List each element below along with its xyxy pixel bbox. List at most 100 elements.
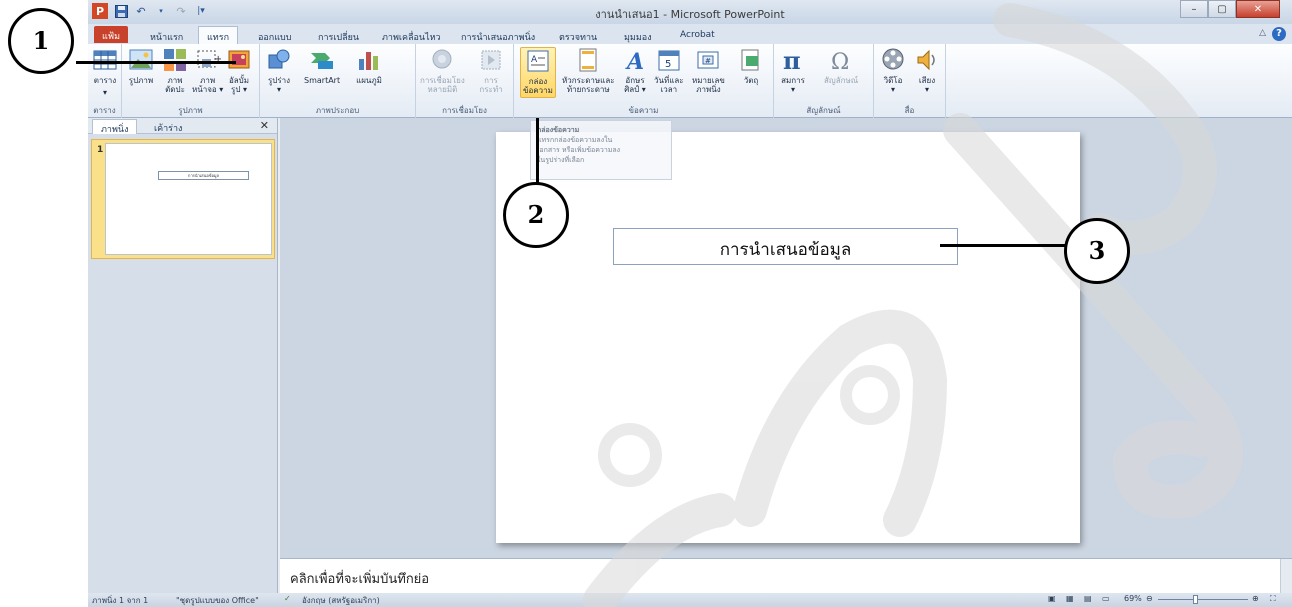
pane-tabs: ภาพนิ่ง เค้าร่าง ✕ [88, 118, 277, 135]
help-icon[interactable]: ? [1272, 27, 1286, 41]
textbox-content[interactable]: การนำเสนอข้อมูล [614, 236, 957, 263]
textbox-tooltip: กล่องข้อความ แทรกกล่องข้อความลงใน เอกสาร… [530, 120, 672, 180]
slide-thumbnail[interactable]: การนำเสนอข้อมูล [105, 143, 272, 255]
ribbon-minimize-icon[interactable]: △ [1259, 28, 1266, 38]
notes-scrollbar[interactable] [1280, 559, 1292, 594]
zoom-slider-thumb[interactable] [1193, 595, 1198, 604]
slide-editor: การนำเสนอข้อมูล กล่องข้อความ แทรกกล่องข้… [280, 118, 1292, 558]
chevron-down-icon: ▾ [924, 85, 929, 94]
action-icon [478, 47, 504, 73]
ribbon: ตาราง ▾ ตาราง รูปภาพ ภาพ ตัดปะ + ภาพ หน้… [88, 44, 1292, 118]
svg-text:Ω: Ω [831, 50, 849, 73]
title-bar: P ↶ ▾ ↷ |▾ งานนำเสนอ1 - Microsoft PowerP… [88, 0, 1292, 24]
symbol-button[interactable]: Ω สัญลักษณ์ [824, 47, 858, 85]
powerpoint-window: P ↶ ▾ ↷ |▾ งานนำเสนอ1 - Microsoft PowerP… [88, 0, 1292, 607]
group-images: รูปภาพ ภาพ ตัดปะ + ภาพ หน้าจอ ▾ อัลบั้ม … [122, 44, 260, 118]
tab-file[interactable]: แฟ้ม [94, 26, 129, 43]
slide-number-icon: # [695, 47, 721, 73]
hyperlink-button[interactable]: การเชื่อมโยง หลายมิติ [420, 47, 465, 94]
screenshot: P ↶ ▾ ↷ |▾ งานนำเสนอ1 - Microsoft PowerP… [0, 0, 1292, 607]
status-bar: ภาพนิ่ง 1 จาก 1 "ชุดรูปแบบของ Office" ✓ … [88, 593, 1292, 607]
screenshot-button[interactable]: + ภาพ หน้าจอ ▾ [192, 47, 223, 94]
reading-view-icon[interactable]: ▤ [1084, 594, 1092, 603]
audio-button[interactable]: เสียง ▾ [914, 47, 940, 94]
tab-home[interactable]: หน้าแรก [142, 27, 191, 44]
callout-2-leader [536, 118, 539, 192]
object-button[interactable]: วัตถุ [738, 47, 764, 85]
clipart-button[interactable]: ภาพ ตัดปะ [162, 47, 188, 94]
chevron-down-icon: ▾ [102, 88, 107, 97]
textbox-button[interactable]: A กล่อง ข้อความ [520, 47, 556, 98]
screenshot-icon: + [195, 47, 222, 73]
header-footer-icon [575, 47, 601, 73]
header-footer-button[interactable]: หัวกระดาษและ ท้ายกระดาษ [562, 47, 615, 94]
photo-album-icon [226, 47, 252, 73]
chart-button[interactable]: แผนภูมิ [356, 47, 382, 85]
tab-view[interactable]: มุมมอง [616, 27, 660, 44]
language-indicator[interactable]: อังกฤษ (สหรัฐอเมริกา) [302, 594, 380, 607]
chevron-down-icon: ▾ [276, 85, 281, 94]
smartart-icon [309, 47, 335, 73]
maximize-button[interactable]: ▢ [1208, 0, 1236, 18]
group-media: วิดีโอ ▾ เสียง ▾ สื่อ [874, 44, 946, 118]
minimize-button[interactable]: – [1180, 0, 1208, 18]
window-title: งานนำเสนอ1 - Microsoft PowerPoint [595, 8, 785, 21]
svg-text:5: 5 [665, 59, 671, 70]
thumbnail-textbox: การนำเสนอข้อมูล [158, 171, 249, 180]
callout-3: 3 [1064, 218, 1130, 284]
chart-icon [356, 47, 382, 73]
shapes-icon [266, 47, 292, 73]
fit-to-window-icon[interactable]: ⛶ [1270, 594, 1276, 604]
picture-icon [128, 47, 154, 73]
table-button[interactable]: ตาราง ▾ [92, 47, 118, 97]
zoom-level[interactable]: 69% [1124, 594, 1142, 603]
slideshow-icon[interactable]: ▭ [1102, 594, 1110, 603]
wordart-button[interactable]: A อักษร ศิลป์ ▾ [622, 47, 648, 94]
tab-animations[interactable]: ภาพเคลื่อนไหว [374, 27, 449, 44]
shapes-button[interactable]: รูปร่าง ▾ [266, 47, 292, 94]
close-icon[interactable]: ✕ [260, 119, 269, 132]
zoom-out-icon[interactable]: ⊖ [1146, 594, 1153, 603]
tab-acrobat[interactable]: Acrobat [672, 27, 723, 44]
datetime-button[interactable]: 5 วันที่และ เวลา [654, 47, 684, 94]
photo-album-button[interactable]: อัลบั้ม รูป ▾ [226, 47, 252, 94]
smartart-button[interactable]: SmartArt [304, 47, 340, 85]
slide-thumbnail-selected[interactable]: 1 การนำเสนอข้อมูล [91, 139, 275, 259]
close-button[interactable]: ✕ [1236, 0, 1280, 18]
zoom-in-icon[interactable]: ⊕ [1252, 594, 1259, 603]
callout-1-leader [76, 61, 236, 64]
spellcheck-icon[interactable]: ✓ [284, 594, 291, 603]
omega-icon: Ω [828, 47, 854, 75]
notes-pane[interactable]: คลิกเพื่อที่จะเพิ่มบันทึกย่อ [280, 558, 1292, 594]
hyperlink-icon [429, 47, 455, 73]
tab-transitions[interactable]: การเปลี่ยน [310, 27, 367, 44]
window-controls: – ▢ ✕ [1180, 0, 1280, 18]
tab-slideshow[interactable]: การนำเสนอภาพนิ่ง [453, 27, 543, 44]
slide-textbox[interactable]: การนำเสนอข้อมูล [613, 228, 958, 265]
object-icon [738, 47, 764, 73]
theme-name[interactable]: "ชุดรูปแบบของ Office" [176, 594, 259, 607]
svg-text:A: A [531, 55, 538, 65]
normal-view-icon[interactable]: ▣ [1048, 594, 1056, 603]
picture-button[interactable]: รูปภาพ [128, 47, 154, 85]
slide-sorter-icon[interactable]: ▦ [1066, 594, 1074, 603]
tab-outline[interactable]: เค้าร่าง [146, 119, 190, 134]
notes-placeholder[interactable]: คลิกเพื่อที่จะเพิ่มบันทึกย่อ [290, 568, 429, 589]
tab-slides[interactable]: ภาพนิ่ง [92, 119, 138, 135]
tab-review[interactable]: ตรวจทาน [551, 27, 605, 44]
tab-design[interactable]: ออกแบบ [250, 27, 300, 44]
svg-text:π: π [783, 47, 801, 73]
tab-insert[interactable]: แทรก [198, 26, 239, 44]
callout-2: 2 [503, 182, 569, 248]
video-button[interactable]: วิดีโอ ▾ [880, 47, 906, 94]
callout-3-leader [940, 244, 1068, 247]
equation-button[interactable]: π สมการ ▾ [780, 46, 806, 94]
slides-pane: ภาพนิ่ง เค้าร่าง ✕ 1 การนำเสนอข้อมูล [88, 118, 278, 593]
slide-canvas[interactable]: การนำเสนอข้อมูล [496, 132, 1080, 543]
slide-number-button[interactable]: # หมายเลข ภาพนิ่ง [692, 47, 725, 94]
speaker-icon [914, 47, 940, 73]
zoom-slider[interactable] [1158, 599, 1248, 600]
slide-count: ภาพนิ่ง 1 จาก 1 [92, 596, 149, 605]
action-button[interactable]: การ กระทำ [478, 47, 504, 94]
svg-text:#: # [705, 57, 711, 65]
